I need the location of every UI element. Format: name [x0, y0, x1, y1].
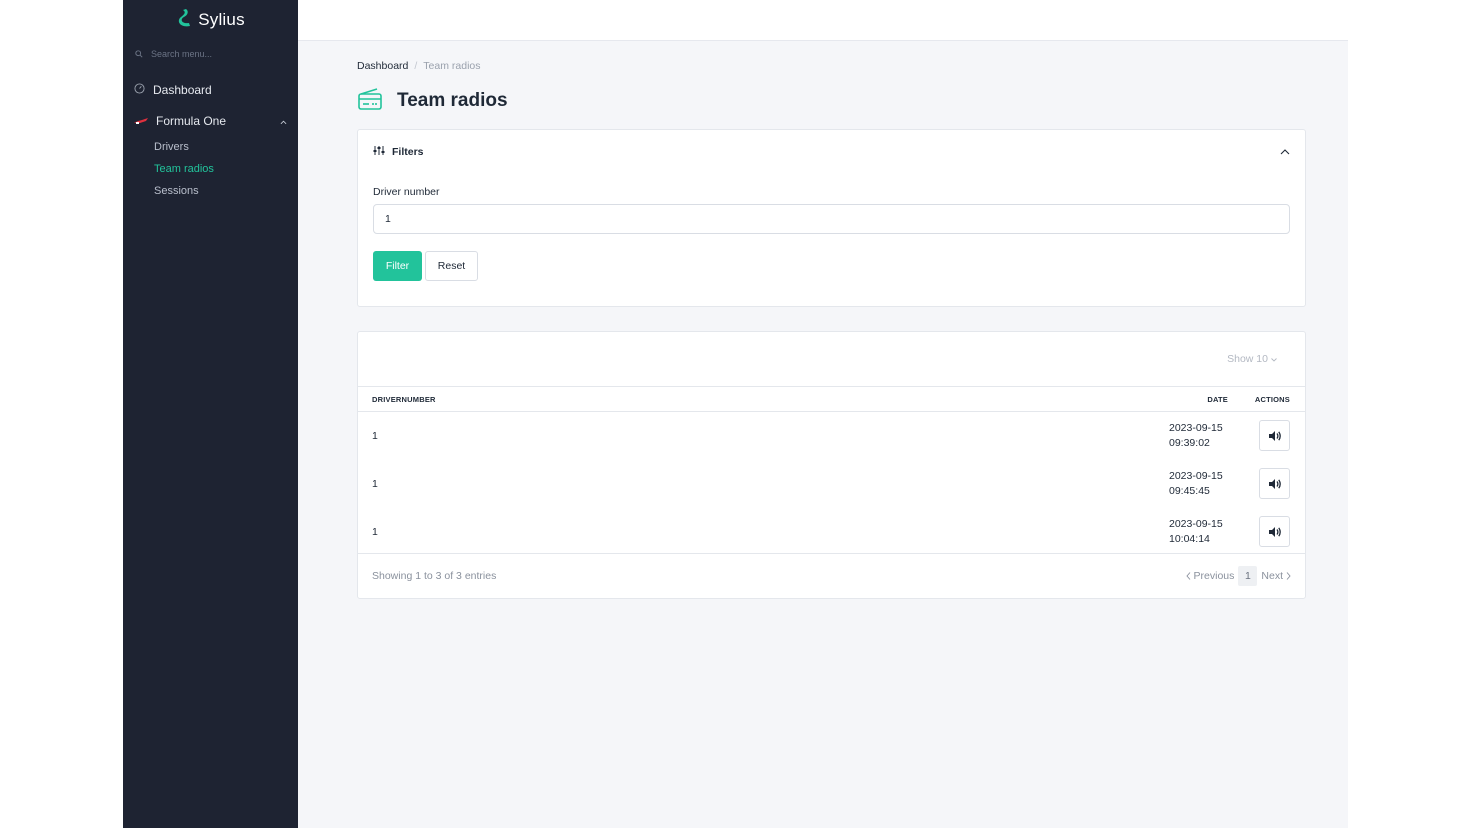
play-audio-button[interactable] — [1259, 468, 1290, 499]
cell-date-time: 10:04:14 — [1169, 532, 1210, 545]
cell-driver-number: 1 — [372, 477, 378, 490]
page-size-select[interactable]: Show 10 — [1227, 353, 1268, 365]
cell-date-day: 2023-09-15 — [1169, 517, 1223, 530]
table-toolbar: Show 10 — [358, 332, 1305, 386]
brand[interactable]: Sylius — [123, 0, 298, 40]
column-header-actions: ACTIONS — [1254, 394, 1290, 404]
next-page-link[interactable]: Next — [1261, 570, 1291, 582]
sidebar-item-dashboard[interactable]: Dashboard — [123, 74, 298, 105]
sidebar-item-formula-one[interactable]: Formula One — [123, 105, 298, 136]
sidebar-search — [123, 40, 298, 68]
brand-name: Sylius — [198, 10, 245, 29]
cell-date-day: 2023-09-15 — [1169, 469, 1223, 482]
cell-date-day: 2023-09-15 — [1169, 421, 1223, 434]
filters-card: Filters Driver number Filter Reset — [357, 129, 1306, 307]
sidebar-item-team-radios[interactable]: Team radios — [123, 158, 298, 180]
main-content: Dashboard / Team radios Team radios Filt… — [357, 55, 1306, 599]
radio-icon — [357, 87, 383, 116]
page-title: Team radios — [397, 90, 508, 111]
play-audio-button[interactable] — [1259, 420, 1290, 452]
cell-date: 2023-09-15 10:04:14 — [802, 508, 1247, 556]
app-frame: Sylius Dashboard Formula One Drivers — [123, 0, 1348, 828]
entries-summary: Showing 1 to 3 of 3 entries — [372, 570, 497, 582]
cell-actions — [1247, 460, 1305, 508]
pagination: Previous 1 Next — [1185, 566, 1291, 586]
table-row: 1 2023-09-15 09:39:02 — [358, 412, 1305, 460]
search-icon — [135, 45, 143, 63]
sidebar-search-input[interactable] — [151, 49, 281, 59]
cell-date-time: 09:39:02 — [1169, 436, 1210, 449]
play-audio-button[interactable] — [1259, 516, 1290, 547]
column-header-date[interactable]: DATE — [802, 387, 1247, 412]
table-row: 1 2023-09-15 10:04:14 — [358, 508, 1305, 556]
cell-actions — [1247, 412, 1305, 460]
next-label: Next — [1261, 570, 1283, 582]
sidebar-item-drivers[interactable]: Drivers — [123, 136, 298, 158]
volume-icon — [1268, 430, 1281, 441]
cell-date-time: 09:45:45 — [1169, 484, 1210, 497]
table-row: 1 2023-09-15 09:45:45 — [358, 460, 1305, 508]
driver-number-label: Driver number — [373, 186, 440, 198]
chevron-up-icon — [280, 114, 287, 128]
filters-header[interactable]: Filters — [358, 130, 1305, 174]
cell-date: 2023-09-15 09:45:45 — [802, 460, 1247, 508]
table-header-row: DRIVERNUMBER DATE ACTIONS — [358, 386, 1305, 412]
top-bar — [298, 0, 1348, 41]
breadcrumb-dashboard-link[interactable]: Dashboard — [357, 60, 408, 72]
volume-icon — [1268, 478, 1281, 489]
cell-driver-number: 1 — [372, 429, 378, 442]
dashboard-icon — [134, 82, 145, 97]
page-number-current[interactable]: 1 — [1238, 566, 1258, 586]
previous-page-link[interactable]: Previous — [1185, 570, 1235, 582]
filters-title: Filters — [392, 146, 424, 158]
results-table: DRIVERNUMBER DATE ACTIONS 1 2023-09-15 0… — [358, 386, 1305, 556]
driver-number-field[interactable] — [373, 204, 1290, 234]
filter-actions: Filter Reset — [358, 251, 1305, 281]
breadcrumb-current: Team radios — [423, 60, 481, 72]
filter-button[interactable]: Filter — [373, 251, 422, 281]
table-footer: Showing 1 to 3 of 3 entries Previous 1 N… — [358, 553, 1305, 598]
volume-icon — [1268, 526, 1281, 537]
chevron-left-icon — [1185, 572, 1190, 580]
sidebar-item-label: Dashboard — [153, 82, 212, 97]
results-card: Show 10 DRIVERNUMBER DATE ACTIONS 1 2023… — [357, 331, 1306, 599]
column-header-drivernumber[interactable]: DRIVERNUMBER — [358, 387, 802, 412]
breadcrumb: Dashboard / Team radios — [357, 55, 1306, 77]
breadcrumb-separator: / — [414, 60, 418, 72]
sidebar-item-sessions[interactable]: Sessions — [123, 180, 298, 202]
driver-number-input[interactable] — [383, 212, 1280, 226]
cell-driver-number: 1 — [372, 525, 378, 538]
chevron-down-icon — [1271, 353, 1277, 365]
cell-actions — [1247, 508, 1305, 556]
chevron-right-icon — [1286, 572, 1291, 580]
page-header: Team radios — [357, 83, 1306, 119]
sidebar: Sylius Dashboard Formula One Drivers — [123, 0, 298, 828]
chevron-up-icon[interactable] — [1280, 146, 1290, 158]
sliders-icon — [373, 145, 385, 159]
cell-date: 2023-09-15 09:39:02 — [802, 412, 1247, 460]
reset-button[interactable]: Reset — [425, 251, 478, 281]
previous-label: Previous — [1193, 570, 1235, 582]
sylius-logo-icon — [176, 8, 192, 33]
sidebar-item-label: Formula One — [156, 113, 227, 128]
f1-car-icon — [134, 114, 148, 128]
